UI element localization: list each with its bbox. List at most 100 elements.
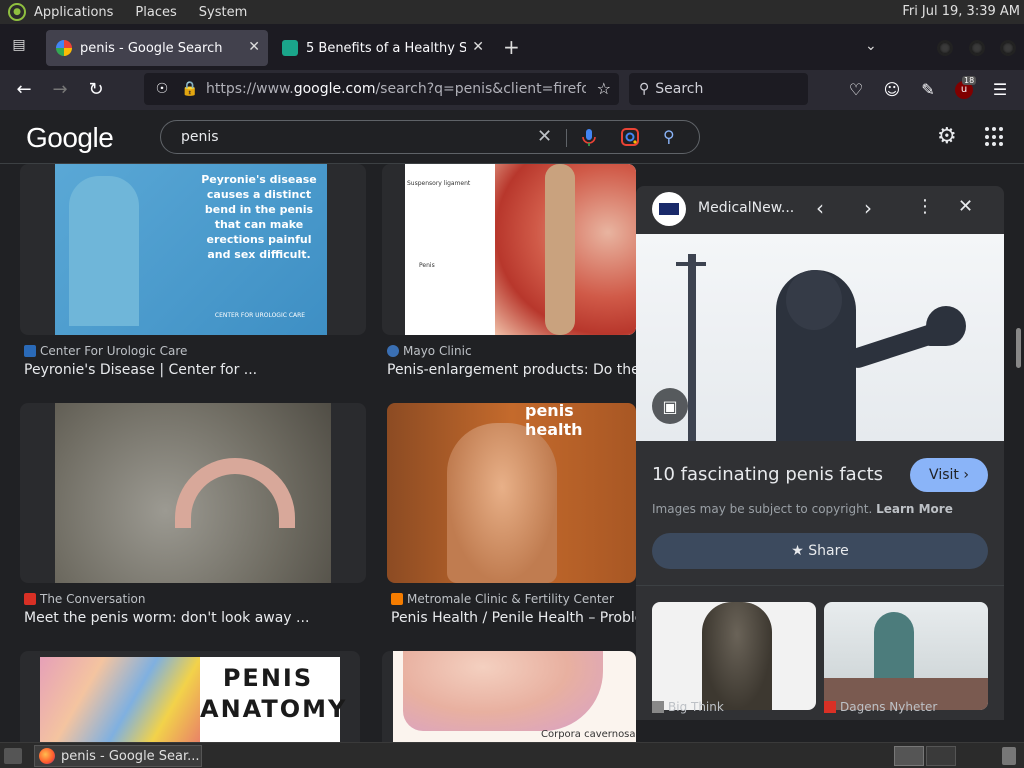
menu-places[interactable]: Places bbox=[135, 5, 176, 20]
tab-healthy-sex[interactable]: 5 Benefits of a Healthy Sex L ✕ bbox=[272, 30, 492, 66]
tab-title: penis - Google Search bbox=[80, 40, 223, 56]
clock[interactable]: Fri Jul 19, 3:39 AM bbox=[902, 4, 1020, 19]
source-favicon-icon bbox=[652, 701, 664, 713]
close-tab-icon[interactable]: ✕ bbox=[472, 39, 484, 55]
related-image-1[interactable] bbox=[652, 602, 816, 710]
tab-title: 5 Benefits of a Healthy Sex L bbox=[306, 40, 466, 56]
show-desktop-icon[interactable] bbox=[4, 748, 22, 764]
result-thumbnail-worm[interactable] bbox=[20, 403, 366, 583]
account-icon[interactable]: ☺ bbox=[880, 78, 904, 102]
previous-chevron-icon[interactable]: ‹ bbox=[816, 196, 824, 220]
result-source[interactable]: Mayo Clinic bbox=[387, 344, 472, 358]
share-button[interactable]: ★ Share bbox=[652, 533, 988, 569]
more-options-icon[interactable]: ⋮ bbox=[916, 196, 934, 217]
result-thumbnail-anatomy-illustration[interactable]: PENIS ANATOMY bbox=[20, 651, 360, 742]
panel-divider bbox=[636, 585, 1004, 586]
extensions-icon[interactable]: ✎ bbox=[916, 78, 940, 102]
source-favicon-icon bbox=[824, 701, 836, 713]
result-thumbnail-corpora[interactable]: Corpora cavernosa bbox=[382, 651, 636, 742]
url-prefix: https://www. bbox=[206, 81, 294, 97]
browser-search-box[interactable]: ⚲ Search bbox=[629, 73, 808, 105]
source-name: Dagens Nyheter bbox=[840, 700, 938, 714]
image-results-grid: Peyronie's disease causes a distinct ben… bbox=[0, 164, 636, 742]
result-source[interactable]: Metromale Clinic & Fertility Center bbox=[391, 592, 614, 606]
source-name: The Conversation bbox=[40, 592, 146, 606]
forward-arrow-icon[interactable]: → bbox=[48, 78, 72, 102]
visual-search-lens-icon[interactable]: ▣ bbox=[652, 388, 688, 424]
google-search-box[interactable]: penis ✕ ⚲ bbox=[160, 120, 700, 154]
related-source[interactable]: Dagens Nyheter bbox=[824, 700, 937, 714]
menu-hamburger-icon[interactable]: ☰ bbox=[988, 78, 1012, 102]
system-top-panel: ● Applications Places System Fri Jul 19,… bbox=[0, 0, 1024, 24]
system-logo-icon[interactable]: ● bbox=[8, 3, 26, 21]
trash-icon[interactable] bbox=[1002, 747, 1016, 765]
minimize-window-button[interactable] bbox=[937, 40, 953, 56]
copyright-notice: Images may be subject to copyright. Lear… bbox=[652, 502, 953, 516]
source-favicon-icon bbox=[24, 345, 36, 357]
search-icon: ⚲ bbox=[639, 81, 650, 97]
menu-system[interactable]: System bbox=[199, 5, 247, 20]
thumbnail-text: Peyronie's disease causes a distinct ben… bbox=[201, 173, 317, 261]
search-query[interactable]: penis bbox=[181, 129, 219, 145]
lock-icon[interactable]: 🔒 bbox=[180, 81, 200, 97]
taskbar-firefox-window[interactable]: penis - Google Sear... bbox=[34, 745, 202, 767]
source-favicon-icon bbox=[24, 593, 36, 605]
search-submit-icon[interactable]: ⚲ bbox=[663, 127, 675, 146]
visit-button[interactable]: Visit › bbox=[910, 458, 988, 492]
related-image-2[interactable] bbox=[824, 602, 988, 710]
diagram-label: Penis bbox=[419, 262, 435, 269]
scrollbar-thumb[interactable] bbox=[1016, 328, 1021, 368]
result-title[interactable]: Peyronie's Disease | Center for ... bbox=[24, 362, 364, 378]
shield-icon[interactable]: ☉ bbox=[152, 81, 172, 97]
workspace-2[interactable] bbox=[926, 746, 956, 766]
result-source[interactable]: The Conversation bbox=[24, 592, 145, 606]
url-text[interactable]: https://www.google.com/search?q=penis&cl… bbox=[206, 81, 586, 97]
page-scrollbar[interactable] bbox=[1012, 164, 1024, 742]
result-source[interactable]: Center For Urologic Care bbox=[24, 344, 187, 358]
panel-source-name[interactable]: MedicalNew... bbox=[698, 200, 794, 216]
share-label: Share bbox=[808, 543, 849, 559]
result-title[interactable]: Meet the penis worm: don't look away ... bbox=[24, 610, 364, 626]
next-chevron-icon[interactable]: › bbox=[864, 196, 872, 220]
bookmark-star-icon[interactable]: ☆ bbox=[597, 79, 611, 98]
settings-gear-icon[interactable]: ⚙ bbox=[937, 124, 957, 149]
result-title[interactable]: Penis-enlargement products: Do they ... bbox=[387, 362, 636, 378]
tab-bar: ▤ penis - Google Search ✕ 5 Benefits of … bbox=[0, 24, 1024, 70]
result-thumbnail-penis-health[interactable]: penis health bbox=[387, 403, 636, 583]
menu-applications[interactable]: Applications bbox=[34, 5, 113, 20]
google-logo[interactable]: Google bbox=[26, 122, 114, 154]
diagram-label: Corpora cavernosa bbox=[541, 729, 636, 740]
url-domain: google.com bbox=[293, 81, 376, 97]
reload-icon[interactable]: ↻ bbox=[84, 78, 108, 102]
image-preview-panel: MedicalNew... ‹ › ⋮ ✕ ▣ 10 fascinating p… bbox=[636, 186, 1004, 720]
maximize-window-button[interactable] bbox=[969, 40, 985, 56]
microphone-icon[interactable] bbox=[579, 127, 599, 147]
back-arrow-icon[interactable]: ← bbox=[12, 78, 36, 102]
clear-icon[interactable]: ✕ bbox=[537, 126, 552, 147]
source-logo-icon[interactable] bbox=[652, 192, 686, 226]
close-panel-icon[interactable]: ✕ bbox=[958, 196, 973, 217]
related-source[interactable]: Big Think bbox=[652, 700, 724, 714]
preview-image[interactable] bbox=[636, 234, 1004, 441]
chevron-down-icon[interactable]: ⌄ bbox=[865, 38, 877, 54]
tab-list-icon[interactable]: ▤ bbox=[8, 37, 30, 57]
result-title[interactable]: Penis Health / Penile Health – Proble... bbox=[391, 610, 636, 626]
google-apps-icon[interactable] bbox=[985, 127, 1005, 147]
close-tab-icon[interactable]: ✕ bbox=[248, 39, 260, 55]
workspace-1[interactable] bbox=[894, 746, 924, 766]
thumbnail-footer: CENTER FOR UROLOGIC CARE bbox=[214, 312, 306, 319]
url-bar[interactable]: ☉ 🔒 https://www.google.com/search?q=peni… bbox=[144, 73, 619, 105]
system-taskbar: penis - Google Sear... bbox=[0, 742, 1024, 768]
site-favicon-icon bbox=[282, 40, 298, 56]
learn-more-link[interactable]: Learn More bbox=[876, 502, 953, 516]
chevron-right-icon: › bbox=[963, 467, 969, 483]
result-thumbnail-anatomy[interactable]: Suspensory ligament Penis bbox=[382, 164, 636, 335]
preview-title[interactable]: 10 fascinating penis facts bbox=[652, 464, 883, 485]
pocket-icon[interactable]: ♡ bbox=[844, 78, 868, 102]
visit-label: Visit bbox=[929, 467, 959, 483]
google-lens-icon[interactable] bbox=[621, 128, 639, 146]
close-window-button[interactable] bbox=[1000, 40, 1016, 56]
result-thumbnail-peyronie[interactable]: Peyronie's disease causes a distinct ben… bbox=[20, 164, 366, 335]
tab-google-search[interactable]: penis - Google Search ✕ bbox=[46, 30, 268, 66]
new-tab-icon[interactable]: + bbox=[503, 37, 520, 57]
